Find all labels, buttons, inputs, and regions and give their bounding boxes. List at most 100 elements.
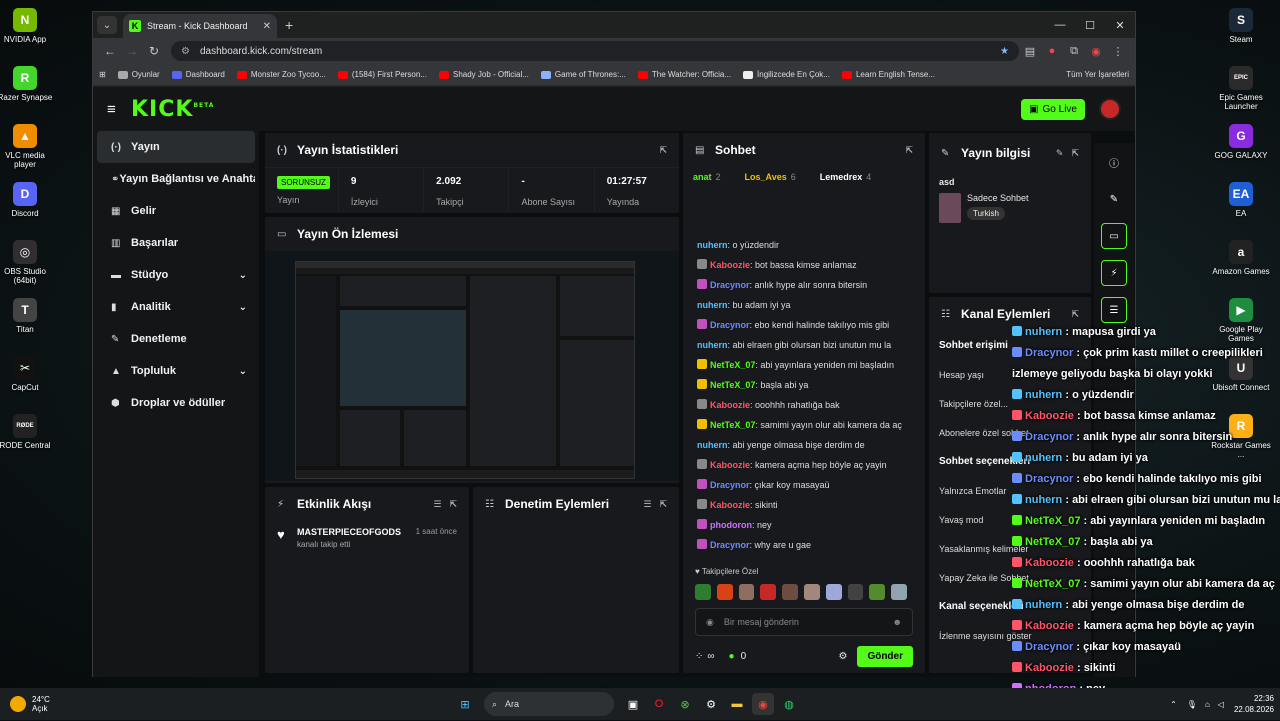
extensions-puzzle-icon[interactable]: ⧉	[1063, 45, 1085, 58]
all-bookmarks[interactable]: Tüm Yer İşaretleri	[1066, 70, 1129, 79]
chat-username[interactable]: NetTeX_07	[710, 420, 755, 430]
user-avatar[interactable]	[1099, 98, 1121, 120]
back-button[interactable]: ←	[99, 44, 121, 58]
chat-username[interactable]: nuhern	[697, 440, 728, 450]
forward-button[interactable]: →	[121, 44, 143, 58]
network-icon[interactable]: ⌂	[1205, 700, 1210, 709]
bookmark-item[interactable]: Oyunlar	[117, 70, 160, 79]
volume-icon[interactable]: ◁	[1218, 700, 1224, 709]
leaderboard-entry[interactable]: anat 2	[693, 172, 733, 182]
popout-icon[interactable]: ⇱	[1071, 309, 1079, 320]
list-icon[interactable]: ☰	[1101, 297, 1127, 323]
desktop-shortcut[interactable]: N NVIDIA App	[0, 4, 50, 62]
extension-db-icon[interactable]: ▤	[1019, 45, 1041, 58]
clip-icon[interactable]: ▭	[1101, 223, 1127, 249]
desktop-shortcut[interactable]: EPIC Epic Games Launcher	[1216, 62, 1266, 120]
bolt-icon[interactable]: ⚡	[1101, 260, 1127, 286]
chat-input[interactable]: ◉ Bir mesaj gönderin ☻	[695, 608, 913, 636]
edit-icon[interactable]: ✎	[1056, 148, 1064, 159]
mic-icon[interactable]: 🎙	[1187, 700, 1197, 709]
chevron-down-icon[interactable]: ⌄	[239, 270, 247, 281]
clock[interactable]: 22:36 22.08.2026	[1234, 693, 1274, 715]
sidebar-item-moderation[interactable]: ✎ Denetleme	[97, 323, 255, 355]
chat-username[interactable]: Dracynor	[710, 280, 750, 290]
kick-logo[interactable]: KICKBETA	[131, 97, 214, 122]
sidebar-item-analytics[interactable]: ▮ Analitik ⌄	[97, 291, 255, 323]
emote-icon[interactable]	[695, 584, 711, 600]
popout-icon[interactable]: ⇱	[905, 145, 913, 156]
extension-red-icon[interactable]: ●	[1041, 45, 1063, 57]
stream-preview-video[interactable]	[265, 251, 679, 481]
emote-icon[interactable]	[716, 584, 733, 600]
site-info-icon[interactable]: ⚙	[181, 46, 190, 57]
start-button-icon[interactable]: ⊞	[454, 693, 476, 715]
bookmark-item[interactable]: The Watcher: Officia...	[637, 70, 731, 79]
sidebar-item-link[interactable]: ⚭ Yayın Bağlantısı ve Anahtar	[97, 163, 255, 195]
tray-chevron-icon[interactable]: ⌃	[1170, 700, 1177, 709]
desktop-shortcut[interactable]: S Steam	[1216, 4, 1266, 62]
url-field[interactable]: ⚙ dashboard.kick.com/stream ★	[171, 41, 1019, 61]
chat-username[interactable]: Dracynor	[710, 320, 750, 330]
send-button[interactable]: Gönder	[857, 646, 913, 667]
bookmark-item[interactable]: (1584) First Person...	[337, 70, 427, 79]
emote-icon[interactable]	[738, 584, 755, 600]
maximize-button[interactable]: ☐	[1075, 19, 1105, 32]
reload-button[interactable]: ↻	[143, 44, 165, 58]
emote-icon[interactable]	[760, 584, 777, 600]
browser-tab-active[interactable]: K Stream - Kick Dashboard ✕	[123, 14, 277, 38]
chat-username[interactable]: Kaboozie	[710, 460, 750, 470]
emote-icon[interactable]	[847, 584, 864, 600]
emote-icon[interactable]	[869, 584, 886, 600]
popout-icon[interactable]: ⇱	[1071, 148, 1079, 159]
xbox-icon[interactable]: ⊗	[674, 693, 696, 715]
sidebar-item-achievements[interactable]: ▥ Başarılar	[97, 227, 255, 259]
chat-username[interactable]: Dracynor	[710, 540, 750, 550]
chat-username[interactable]: Dracynor	[710, 480, 750, 490]
sidebar-item-revenue[interactable]: ▦ Gelir	[97, 195, 255, 227]
taskbar-search[interactable]: ⌕ Ara	[484, 692, 614, 716]
chat-username[interactable]: nuhern	[697, 340, 728, 350]
desktop-shortcut[interactable]: ◎ OBS Studio (64bit)	[0, 236, 50, 294]
edit-icon[interactable]: ✎	[1101, 186, 1127, 212]
filter-icon[interactable]: ☰	[433, 499, 441, 510]
channel-points-icon[interactable]: ⁘	[695, 651, 703, 662]
new-tab-button[interactable]: +	[285, 17, 293, 33]
leaderboard-entry[interactable]: Los_Aves 6	[745, 172, 808, 182]
chat-username[interactable]: NetTeX_07	[710, 380, 755, 390]
sidebar-item-broadcast[interactable]: (·) Yayın	[97, 131, 255, 163]
desktop-shortcut[interactable]: a Amazon Games	[1212, 236, 1270, 294]
bookmark-item[interactable]: Learn English Tense...	[841, 70, 935, 79]
opera-icon[interactable]: O	[648, 693, 670, 715]
bookmark-item[interactable]: Shady Job - Official...	[439, 70, 529, 79]
sidebar-item-studio[interactable]: ▬ Stüdyo ⌄	[97, 259, 255, 291]
minimize-button[interactable]: —	[1045, 19, 1075, 32]
desktop-shortcut[interactable]: G GOG GALAXY	[1215, 120, 1267, 178]
chat-username[interactable]: NetTeX_07	[710, 360, 755, 370]
chat-username[interactable]: nuhern	[697, 300, 728, 310]
chat-username[interactable]: Kaboozie	[710, 500, 750, 510]
filter-icon[interactable]: ☰	[643, 499, 651, 510]
chat-username[interactable]: nuhern	[697, 240, 728, 250]
chevron-down-icon[interactable]: ⌄	[239, 366, 247, 377]
emote-icon[interactable]	[891, 584, 907, 600]
emote-icon[interactable]	[782, 584, 798, 600]
profile-icon[interactable]: ◉	[1085, 45, 1107, 58]
desktop-shortcut[interactable]: D Discord	[0, 178, 50, 236]
chat-username[interactable]: phodoron	[710, 520, 752, 530]
sidebar-item-drops[interactable]: ⬢ Droplar ve ödüller	[97, 387, 255, 419]
chat-settings-icon[interactable]: ⚙	[838, 651, 847, 662]
popout-icon[interactable]: ⇱	[449, 499, 457, 510]
settings-icon[interactable]: ⚙	[700, 693, 722, 715]
bookmark-star-icon[interactable]: ★	[1000, 46, 1009, 57]
hamburger-menu-icon[interactable]: ≡	[107, 101, 131, 118]
browser-menu-icon[interactable]: ⋮	[1107, 45, 1129, 58]
bookmark-item[interactable]: Game of Thrones:...	[540, 70, 626, 79]
desktop-shortcut[interactable]: EA EA	[1216, 178, 1266, 236]
sidebar-item-community[interactable]: ▲ Topluluk ⌄	[97, 355, 255, 387]
tab-search-button[interactable]: ⌄	[97, 16, 117, 34]
bookmark-item[interactable]: Monster Zoo Tycoo...	[236, 70, 326, 79]
chat-username[interactable]: Kaboozie	[710, 400, 750, 410]
chrome-icon[interactable]: ◉	[752, 693, 774, 715]
chat-username[interactable]: Kaboozie	[710, 260, 750, 270]
desktop-shortcut[interactable]: RØDE RODE Central	[0, 410, 51, 468]
